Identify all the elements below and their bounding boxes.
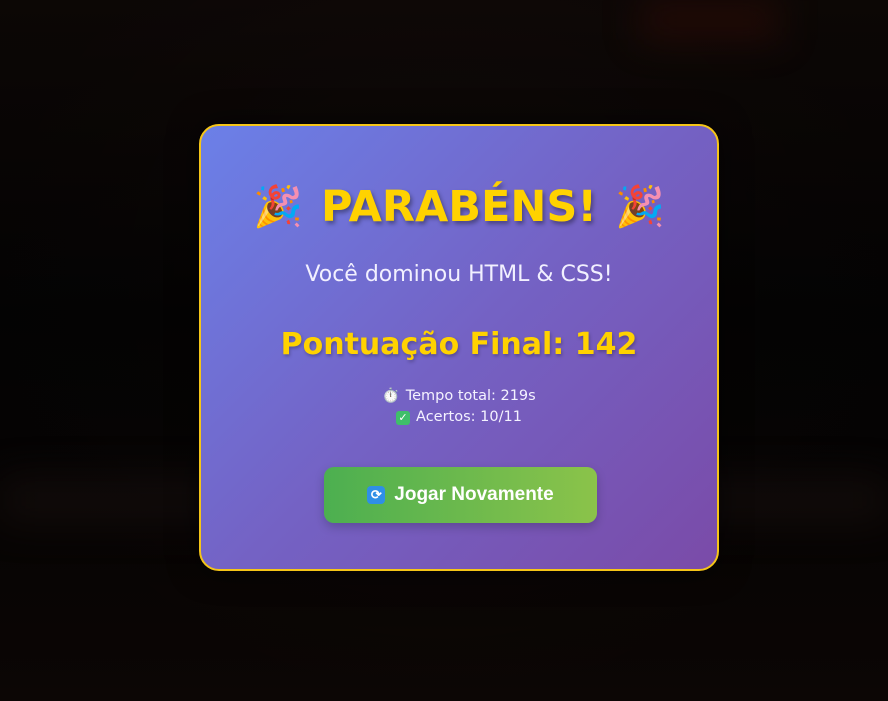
stopwatch-icon: ⏱️ xyxy=(382,388,400,404)
stats-block: ⏱️ Tempo total: 219s ✓ Acertos: 10/11 xyxy=(201,386,717,428)
final-score: Pontuação Final: 142 xyxy=(280,327,638,362)
check-icon: ✓ xyxy=(396,410,411,425)
party-popper-icon: 🎉 xyxy=(253,184,304,230)
modal-title: PARABÉNS! xyxy=(321,182,597,232)
refresh-icon: ⟳ xyxy=(367,486,386,504)
congratulations-modal: 🎉 PARABÉNS! 🎉 Você dominou HTML & CSS! P… xyxy=(199,124,719,571)
hits-stat: ✓ Acertos: 10/11 xyxy=(201,407,717,428)
party-popper-icon: 🎉 xyxy=(614,184,665,230)
play-again-button[interactable]: ⟳ Jogar Novamente xyxy=(324,467,597,523)
title-row: 🎉 PARABÉNS! 🎉 xyxy=(201,182,717,232)
backdrop-blur-shape xyxy=(640,0,780,40)
hits-stat-text: Acertos: 10/11 xyxy=(416,409,522,425)
modal-subtitle: Você dominou HTML & CSS! xyxy=(305,262,613,287)
time-stat: ⏱️ Tempo total: 219s xyxy=(201,386,717,407)
time-stat-text: Tempo total: 219s xyxy=(405,388,536,404)
play-again-label: Jogar Novamente xyxy=(394,484,554,505)
